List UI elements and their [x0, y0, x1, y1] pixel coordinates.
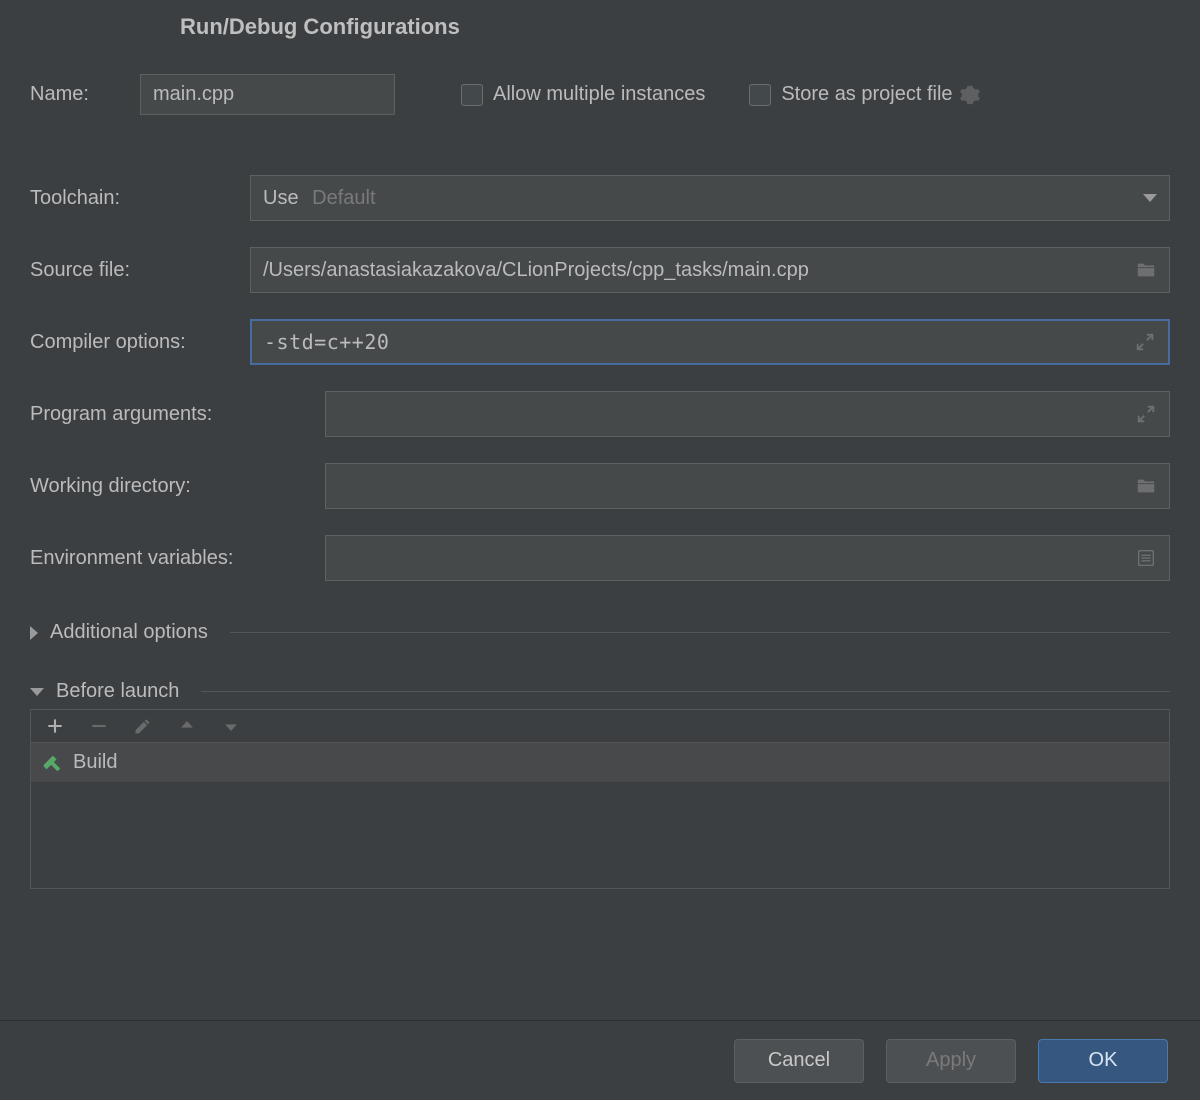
compiler-options-input-wrap	[250, 319, 1170, 365]
apply-button[interactable]: Apply	[886, 1039, 1016, 1083]
compiler-options-input[interactable]	[264, 330, 1134, 354]
additional-options-section[interactable]: Additional options	[30, 621, 1170, 644]
store-project-file-label: Store as project file	[781, 83, 952, 106]
env-vars-input-wrap	[325, 535, 1170, 581]
program-args-input-wrap	[325, 391, 1170, 437]
folder-icon[interactable]	[1135, 475, 1157, 497]
name-input[interactable]	[140, 74, 395, 115]
list-item-label: Build	[73, 751, 117, 774]
toolchain-use-prefix: Use	[263, 187, 299, 209]
before-launch-toolbar	[31, 710, 1169, 743]
source-file-input-wrap	[250, 247, 1170, 293]
toolchain-row: Toolchain: Use Default	[30, 175, 1170, 221]
working-dir-input-wrap	[325, 463, 1170, 509]
env-vars-input[interactable]	[338, 547, 1135, 570]
name-label: Name:	[30, 83, 140, 106]
source-file-row: Source file:	[30, 247, 1170, 293]
expand-icon[interactable]	[1134, 331, 1156, 353]
dialog-title: Run/Debug Configurations	[0, 0, 1200, 54]
edit-icon[interactable]	[133, 716, 153, 736]
name-row: Name: Allow multiple instances Store as …	[30, 74, 1170, 115]
env-vars-label: Environment variables:	[30, 547, 325, 570]
gear-icon[interactable]	[959, 84, 981, 106]
allow-multiple-label: Allow multiple instances	[493, 83, 705, 106]
working-dir-label: Working directory:	[30, 475, 325, 498]
folder-icon[interactable]	[1135, 259, 1157, 281]
allow-multiple-checkbox[interactable]: Allow multiple instances	[461, 83, 705, 106]
dialog-footer: Cancel Apply OK	[0, 1020, 1200, 1100]
cancel-button[interactable]: Cancel	[734, 1039, 864, 1083]
chevron-down-icon	[30, 688, 44, 696]
additional-options-label: Additional options	[50, 621, 208, 644]
remove-icon[interactable]	[89, 716, 109, 736]
program-args-label: Program arguments:	[30, 403, 325, 426]
working-dir-input[interactable]	[338, 475, 1135, 498]
dialog-content: Name: Allow multiple instances Store as …	[0, 54, 1200, 1020]
divider	[201, 691, 1170, 692]
store-project-file-checkbox[interactable]: Store as project file	[749, 83, 952, 106]
before-launch-label: Before launch	[56, 680, 179, 703]
run-debug-config-dialog: Run/Debug Configurations Name: Allow mul…	[0, 0, 1200, 1100]
checkbox-icon	[749, 84, 771, 106]
program-args-input[interactable]	[338, 403, 1135, 426]
chevron-down-icon	[1143, 194, 1157, 202]
toolchain-selected-value: Default	[312, 187, 375, 209]
env-vars-row: Environment variables:	[30, 535, 1170, 581]
program-args-row: Program arguments:	[30, 391, 1170, 437]
chevron-right-icon	[30, 626, 38, 640]
move-up-icon[interactable]	[177, 716, 197, 736]
compiler-options-label: Compiler options:	[30, 331, 250, 354]
list-item[interactable]: Build	[31, 743, 1169, 782]
divider	[230, 632, 1170, 633]
before-launch-list: Build	[30, 709, 1170, 889]
working-dir-row: Working directory:	[30, 463, 1170, 509]
add-icon[interactable]	[45, 716, 65, 736]
source-file-label: Source file:	[30, 259, 250, 282]
compiler-options-row: Compiler options:	[30, 319, 1170, 365]
checkbox-icon	[461, 84, 483, 106]
before-launch-list-body: Build	[31, 743, 1169, 888]
toolchain-select[interactable]: Use Default	[250, 175, 1170, 221]
source-file-input[interactable]	[263, 259, 1135, 282]
expand-icon[interactable]	[1135, 403, 1157, 425]
ok-button[interactable]: OK	[1038, 1039, 1168, 1083]
hammer-icon	[41, 752, 63, 774]
move-down-icon[interactable]	[221, 716, 241, 736]
toolchain-label: Toolchain:	[30, 187, 250, 210]
list-icon[interactable]	[1135, 547, 1157, 569]
before-launch-section[interactable]: Before launch	[30, 680, 1170, 703]
